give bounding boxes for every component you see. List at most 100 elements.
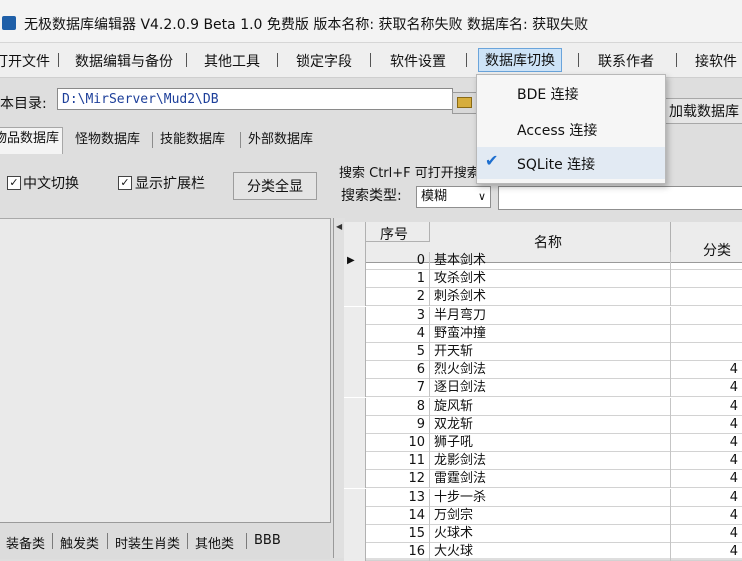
- cell-name[interactable]: 刺杀剑术: [430, 288, 671, 306]
- table-row[interactable]: 3 半月弯刀: [344, 307, 742, 325]
- cell-category[interactable]: [671, 270, 742, 288]
- tab-equipment[interactable]: 装备类: [6, 533, 45, 552]
- cell-name[interactable]: 攻杀剑术: [430, 270, 671, 288]
- table-row[interactable]: 12 雷霆剑法 4: [344, 470, 742, 488]
- table-row[interactable]: 1 攻杀剑术: [344, 270, 742, 288]
- cell-index[interactable]: 8: [366, 398, 430, 416]
- search-input[interactable]: [498, 186, 742, 210]
- dropdown-item-bde[interactable]: BDE 连接: [477, 77, 665, 109]
- table-row[interactable]: 11 龙影剑法 4: [344, 452, 742, 470]
- cell-name[interactable]: 龙影剑法: [430, 452, 671, 470]
- cell-category[interactable]: 4: [671, 470, 742, 488]
- cell-category[interactable]: 4: [671, 416, 742, 434]
- menu-outsource[interactable]: 接软件: [695, 51, 737, 71]
- tab-other[interactable]: 其他类: [195, 533, 234, 552]
- dropdown-item-sqlite[interactable]: ✔ SQLite 连接: [477, 147, 665, 179]
- table-row[interactable]: 5 开天斩: [344, 343, 742, 361]
- table-row[interactable]: 9 双龙斩 4: [344, 416, 742, 434]
- cell-index[interactable]: 9: [366, 416, 430, 434]
- cell-name[interactable]: 逐日剑法: [430, 379, 671, 397]
- cell-category[interactable]: [671, 325, 742, 343]
- cell-name[interactable]: 万剑宗: [430, 507, 671, 525]
- cell-name[interactable]: 双龙斩: [430, 416, 671, 434]
- cell-index[interactable]: 0: [366, 252, 430, 270]
- cell-category[interactable]: 4: [671, 379, 742, 397]
- cell-name[interactable]: 火球术: [430, 525, 671, 543]
- cell-category[interactable]: [671, 307, 742, 325]
- cell-category[interactable]: 4: [671, 361, 742, 379]
- tab-monsters-db[interactable]: 怪物数据库: [72, 129, 143, 151]
- menu-lock-fields[interactable]: 锁定字段: [296, 51, 352, 71]
- cell-category[interactable]: 4: [671, 489, 742, 507]
- tab-trigger[interactable]: 触发类: [60, 533, 99, 552]
- table-row[interactable]: 2 刺杀剑术: [344, 288, 742, 306]
- cell-name[interactable]: 雷霆剑法: [430, 470, 671, 488]
- cell-index[interactable]: 7: [366, 379, 430, 397]
- tab-fashion-zodiac[interactable]: 时装生肖类: [115, 533, 180, 552]
- cell-category[interactable]: 4: [671, 398, 742, 416]
- menu-database-switch[interactable]: 数据库切换: [478, 48, 562, 72]
- table-row[interactable]: 16 大火球 4: [344, 543, 742, 561]
- menu-other-tools[interactable]: 其他工具: [204, 51, 260, 71]
- cell-index[interactable]: 2: [366, 288, 430, 306]
- table-row[interactable]: 8 旋风斩 4: [344, 398, 742, 416]
- cell-category[interactable]: 4: [671, 507, 742, 525]
- directory-path-input[interactable]: D:\MirServer\Mud2\DB: [57, 88, 453, 110]
- collapse-arrow-icon[interactable]: ◀: [336, 222, 342, 231]
- table-row[interactable]: 4 野蛮冲撞: [344, 325, 742, 343]
- tab-items-db[interactable]: 物品数据库: [0, 127, 64, 154]
- load-database-button[interactable]: 加载数据库: [664, 98, 742, 124]
- show-ext-checkbox[interactable]: ✓: [118, 176, 132, 190]
- cell-name[interactable]: 旋风斩: [430, 398, 671, 416]
- table-row[interactable]: 15 火球术 4: [344, 525, 742, 543]
- cell-category[interactable]: [671, 252, 742, 270]
- cell-name[interactable]: 狮子吼: [430, 434, 671, 452]
- column-header-index[interactable]: 序号: [366, 222, 430, 243]
- cell-index[interactable]: 1: [366, 270, 430, 288]
- category-tree-pane[interactable]: [0, 218, 331, 523]
- menu-software-settings[interactable]: 软件设置: [390, 51, 446, 71]
- cell-index[interactable]: 10: [366, 434, 430, 452]
- cell-name[interactable]: 半月弯刀: [430, 307, 671, 325]
- cell-category[interactable]: 4: [671, 434, 742, 452]
- cell-index[interactable]: 15: [366, 525, 430, 543]
- cell-category[interactable]: [671, 343, 742, 361]
- cell-index[interactable]: 4: [366, 325, 430, 343]
- cell-index[interactable]: 16: [366, 543, 430, 561]
- menu-data-edit-backup[interactable]: 数据编辑与备份: [75, 51, 173, 71]
- cell-index[interactable]: 5: [366, 343, 430, 361]
- chinese-switch-checkbox[interactable]: ✓: [7, 176, 21, 190]
- dropdown-item-access[interactable]: Access 连接: [477, 113, 665, 145]
- row-indicator: [344, 325, 366, 343]
- browse-folder-button[interactable]: [452, 92, 478, 114]
- menu-contact-author[interactable]: 联系作者: [598, 51, 654, 71]
- tab-external-db[interactable]: 外部数据库: [245, 129, 316, 151]
- table-row[interactable]: 14 万剑宗 4: [344, 507, 742, 525]
- cell-name[interactable]: 大火球: [430, 543, 671, 561]
- cell-index[interactable]: 12: [366, 470, 430, 488]
- cell-category[interactable]: [671, 288, 742, 306]
- cell-name[interactable]: 十步一杀: [430, 489, 671, 507]
- tab-misc[interactable]: BBB: [254, 533, 281, 548]
- menu-open-file[interactable]: 打开文件: [0, 51, 50, 71]
- cell-category[interactable]: 4: [671, 452, 742, 470]
- cell-name[interactable]: 开天斩: [430, 343, 671, 361]
- table-row[interactable]: 6 烈火剑法 4: [344, 361, 742, 379]
- cell-index[interactable]: 3: [366, 307, 430, 325]
- cell-index[interactable]: 13: [366, 489, 430, 507]
- cell-index[interactable]: 11: [366, 452, 430, 470]
- classify-all-button[interactable]: 分类全显: [233, 172, 317, 200]
- cell-category[interactable]: 4: [671, 543, 742, 561]
- table-row[interactable]: 10 狮子吼 4: [344, 434, 742, 452]
- table-row[interactable]: 7 逐日剑法 4: [344, 379, 742, 397]
- search-type-select[interactable]: 模糊 ∨: [416, 186, 491, 208]
- cell-category[interactable]: 4: [671, 525, 742, 543]
- cell-name[interactable]: 基本剑术: [430, 252, 671, 270]
- tab-skills-db[interactable]: 技能数据库: [157, 129, 228, 151]
- cell-name[interactable]: 烈火剑法: [430, 361, 671, 379]
- table-row[interactable]: ▶ 0 基本剑术: [344, 252, 742, 270]
- cell-index[interactable]: 14: [366, 507, 430, 525]
- cell-index[interactable]: 6: [366, 361, 430, 379]
- table-row[interactable]: 13 十步一杀 4: [344, 489, 742, 507]
- cell-name[interactable]: 野蛮冲撞: [430, 325, 671, 343]
